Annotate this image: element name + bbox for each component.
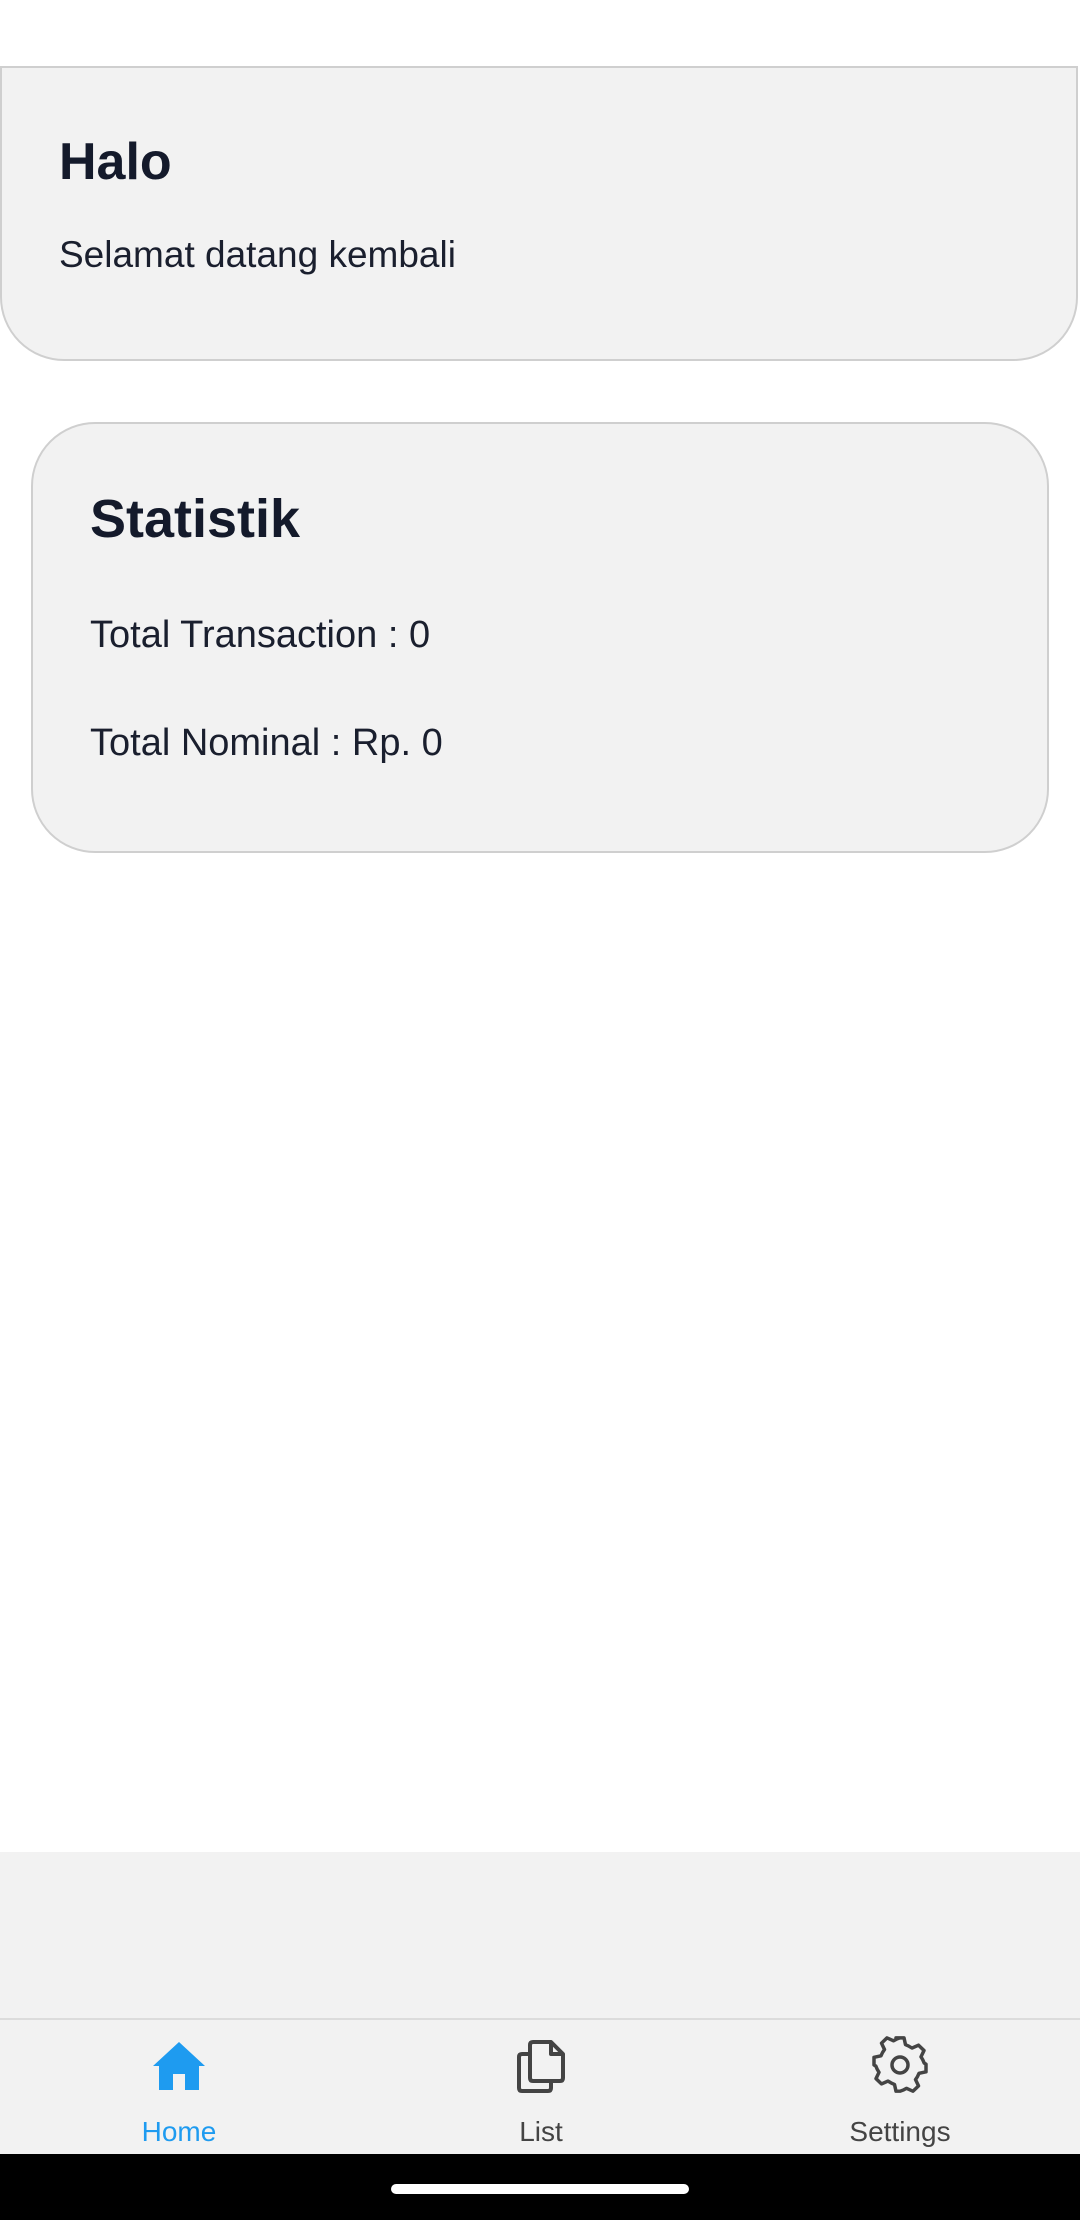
bottom-spacer xyxy=(0,1852,1080,2018)
total-transaction-row: Total Transaction : 0 xyxy=(90,614,431,656)
greeting-subtitle: Selamat datang kembali xyxy=(59,234,456,275)
total-nominal-row: Total Nominal : Rp. 0 xyxy=(90,722,443,764)
nav-label-settings: Settings xyxy=(849,2116,951,2147)
home-icon xyxy=(153,2042,205,2090)
statistics-title: Statistik xyxy=(90,489,301,549)
nav-tab-list[interactable]: List xyxy=(441,2020,641,2154)
total-transaction-label: Total Transaction xyxy=(90,614,378,656)
total-nominal-label: Total Nominal xyxy=(90,722,321,764)
nav-label-list: List xyxy=(519,2116,563,2147)
documents-icon xyxy=(517,2040,565,2093)
system-navigation-bar xyxy=(0,2154,1080,2220)
nav-tab-home[interactable]: Home xyxy=(79,2020,279,2154)
nav-label-home: Home xyxy=(141,2116,217,2147)
total-transaction-value: 0 xyxy=(408,614,431,656)
statistics-card: Statistik Total Transaction : 0 Total No… xyxy=(31,422,1049,853)
nav-tab-settings[interactable]: Settings xyxy=(800,2020,1000,2154)
total-nominal-value: Rp. 0 xyxy=(351,722,443,764)
home-indicator[interactable] xyxy=(391,2184,689,2194)
gear-icon xyxy=(872,2036,928,2093)
bottom-navigation: Home List Settings xyxy=(0,2018,1080,2154)
greeting-title: Halo xyxy=(59,133,172,191)
greeting-card: Halo Selamat datang kembali xyxy=(0,66,1078,361)
